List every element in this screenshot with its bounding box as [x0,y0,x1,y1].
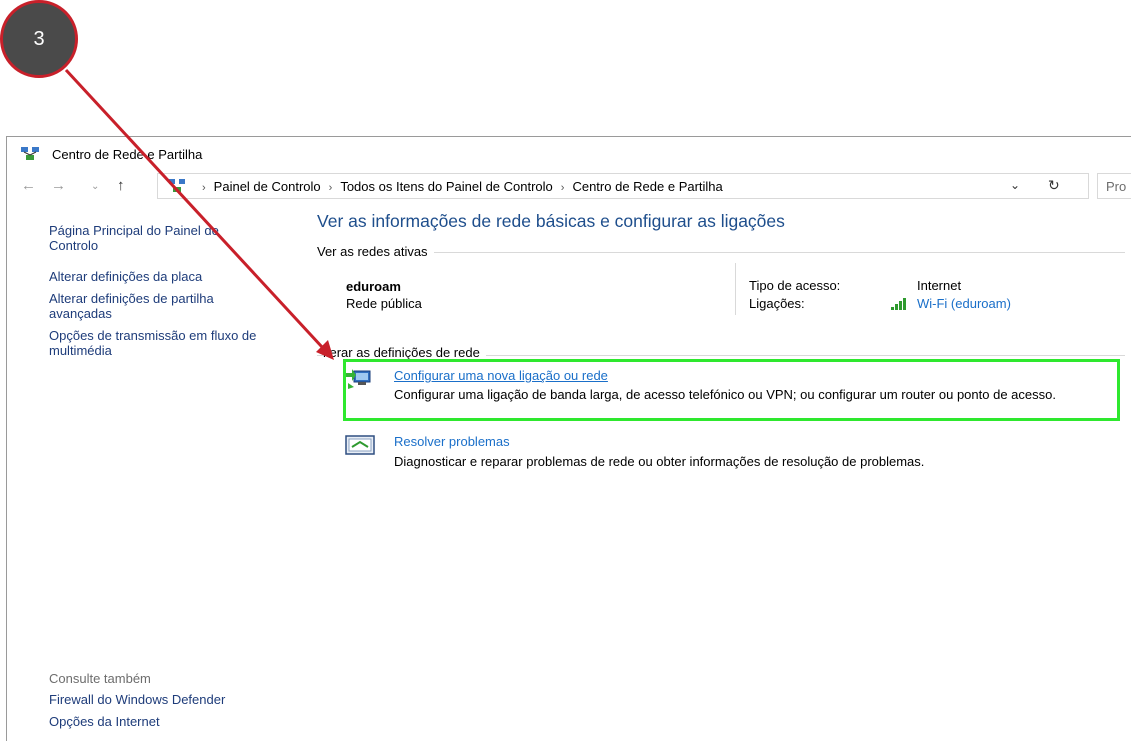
step-number-badge: 3 [0,0,78,78]
annotation-arrow [64,68,334,360]
